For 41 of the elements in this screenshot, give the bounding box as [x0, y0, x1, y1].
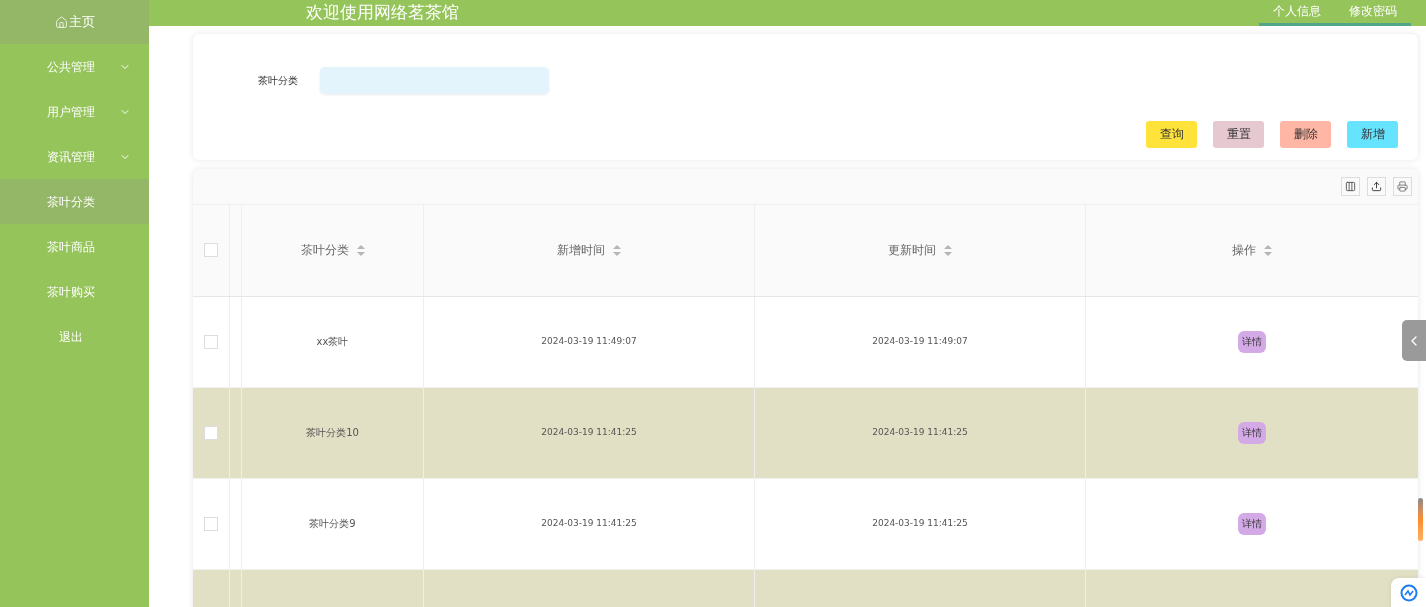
sort-icon[interactable]: [944, 244, 952, 256]
detail-button[interactable]: 详情: [1238, 512, 1266, 535]
table-cell-text: 2024-03-19 11:49:07: [541, 334, 637, 348]
column-header[interactable]: 茶叶分类: [300, 241, 365, 259]
sort-icon[interactable]: [356, 244, 365, 256]
column-header[interactable]: 操作: [1232, 241, 1272, 259]
action-button[interactable]: 新增: [1347, 120, 1398, 148]
print-button[interactable]: [1393, 176, 1412, 196]
columns-button[interactable]: [1341, 176, 1360, 196]
checkbox[interactable]: [204, 516, 218, 531]
site-title: 欢迎使用网络茗茶馆: [306, 1, 460, 24]
table-cell-text: 2024-03-19 11:41:25: [541, 425, 637, 439]
export-icon: [1371, 180, 1382, 192]
table-cell-text: 2024-03-19 11:41:25: [541, 516, 637, 530]
table-cell-text: xx茶叶: [316, 335, 349, 349]
collapse-tab[interactable]: [1402, 320, 1426, 361]
checkbox[interactable]: [204, 243, 218, 257]
action-button[interactable]: 重置: [1213, 120, 1264, 148]
assistant-widget[interactable]: [1391, 578, 1426, 607]
print-icon: [1397, 180, 1408, 192]
checkbox[interactable]: [204, 334, 218, 349]
table-cell-text: 2024-03-19 11:49:07: [872, 334, 968, 348]
search-field[interactable]: [320, 66, 549, 94]
action-button[interactable]: 查询: [1146, 120, 1197, 148]
search-label: 茶叶分类: [258, 73, 299, 88]
columns-icon: [1345, 180, 1356, 192]
column-header[interactable]: 新增时间: [557, 241, 621, 259]
column-header[interactable]: 更新时间: [888, 241, 952, 259]
table-cell-text: 2024-03-19 11:41:25: [872, 516, 968, 530]
sort-icon[interactable]: [1264, 244, 1272, 256]
table-cell-text: 茶叶分类10: [306, 426, 359, 440]
checkbox[interactable]: [204, 425, 218, 440]
export-button[interactable]: [1367, 176, 1386, 196]
detail-button[interactable]: 详情: [1238, 421, 1266, 444]
action-button[interactable]: 删除: [1280, 120, 1331, 148]
home-icon: [54, 15, 68, 29]
sort-icon[interactable]: [613, 244, 621, 256]
scroll-thumb: [1418, 498, 1423, 541]
table-cell-text: 2024-03-19 11:41:25: [872, 425, 968, 439]
table-cell-text: 茶叶分类9: [309, 517, 356, 531]
detail-button[interactable]: 详情: [1238, 330, 1266, 353]
